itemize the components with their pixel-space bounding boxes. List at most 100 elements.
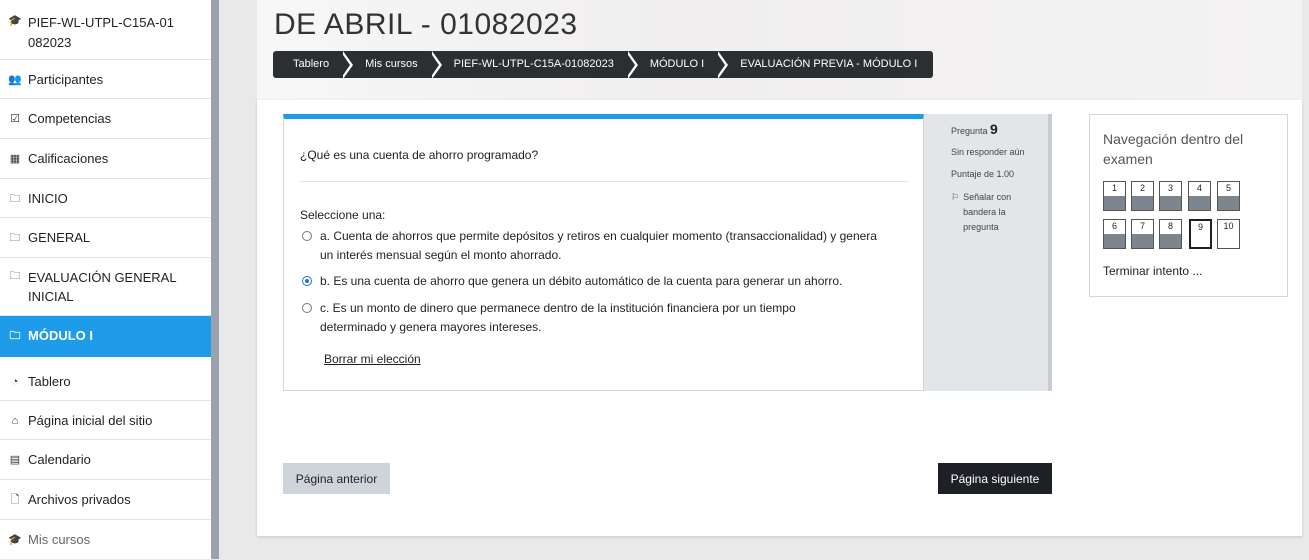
quiz-nav-question-4[interactable]: 4 xyxy=(1188,181,1211,211)
sidebar-item-label: Mis cursos xyxy=(28,532,91,547)
breadcrumb-label: PIEF-WL-UTPL-C15A-01082023 xyxy=(453,58,614,70)
breadcrumb-item-module[interactable]: MÓDULO I xyxy=(628,51,729,79)
sidebar-item-label: Página inicial del sitio xyxy=(28,413,153,428)
finish-attempt-link[interactable]: Terminar intento ... xyxy=(1103,264,1202,278)
question-number: 9 xyxy=(990,121,998,137)
question-number-label: 4 xyxy=(1196,183,1202,193)
answer-prompt: Seleccione una: xyxy=(300,208,386,222)
breadcrumb-label: EVALUACIÓN PREVIA - MÓDULO I xyxy=(740,58,918,70)
sidebar-item-label: Calendario xyxy=(28,452,91,467)
sidebar-item-dashboard[interactable]: ◔ Tablero xyxy=(0,361,211,401)
sidebar-item-label: Participantes xyxy=(28,72,104,87)
question-number-label: 7 xyxy=(1139,221,1145,231)
question-number-label: 2 xyxy=(1139,183,1145,193)
sidebar-item-evaluacion-general[interactable]: 🗀 EVALUACIÓN GENERAL INICIAL xyxy=(0,258,211,316)
breadcrumb-item-dashboard[interactable]: Tablero xyxy=(273,51,354,79)
sidebar-item-calendar[interactable]: ▤ Calendario xyxy=(0,440,211,480)
sidebar-item-label: EVALUACIÓN GENERAL INICIAL xyxy=(28,270,177,304)
calendar-icon: ▤ xyxy=(9,454,21,466)
sidebar-item-inicio[interactable]: 🗀 INICIO xyxy=(0,179,211,218)
answer-option-text: a. Cuenta de ahorros que permite depósit… xyxy=(320,229,877,262)
breadcrumb-label: Tablero xyxy=(293,58,330,70)
next-page-button[interactable]: Página siguiente xyxy=(938,463,1052,494)
breadcrumb-item-my-courses[interactable]: Mis cursos xyxy=(343,51,442,79)
breadcrumb-item-quiz[interactable]: EVALUACIÓN PREVIA - MÓDULO I xyxy=(718,51,933,78)
answer-option-a[interactable]: a. Cuenta de ahorros que permite depósit… xyxy=(302,227,882,265)
answered-indicator xyxy=(1160,196,1181,210)
question-label: Pregunta xyxy=(951,126,988,136)
answer-option-b[interactable]: b. Es una cuenta de ahorro que genera un… xyxy=(302,272,902,291)
answered-indicator xyxy=(1132,234,1153,248)
radio-button[interactable] xyxy=(302,231,312,241)
question-text: ¿Qué es una cuenta de ahorro programado? xyxy=(300,148,539,162)
sidebar-item-participants[interactable]: 👥 Participantes xyxy=(0,60,211,99)
breadcrumb: Tablero Mis cursos PIEF-WL-UTPL-C15A-010… xyxy=(273,51,934,79)
question-number-label: 9 xyxy=(1197,222,1203,232)
flag-icon: ⚐ xyxy=(951,192,960,202)
quiz-navigation-title: Navegación dentro del examen xyxy=(1103,131,1244,167)
sidebar-item-label: INICIO xyxy=(28,191,68,206)
sidebar-item-label: Tablero xyxy=(28,374,71,389)
question-card: ¿Qué es una cuenta de ahorro programado?… xyxy=(283,114,924,391)
quiz-nav-question-8[interactable]: 8 xyxy=(1159,219,1182,249)
question-number-label: 3 xyxy=(1167,183,1173,193)
answered-indicator xyxy=(1132,196,1153,210)
question-number-label: 8 xyxy=(1167,221,1173,231)
quiz-nav-question-7[interactable]: 7 xyxy=(1131,219,1154,249)
folder-icon: 🗀 xyxy=(9,330,21,342)
question-number-label: 6 xyxy=(1111,221,1117,231)
answer-option-text: c. Es un monto de dinero que permanece d… xyxy=(320,301,796,334)
quiz-nav-question-9[interactable]: 9 xyxy=(1189,219,1212,249)
quiz-nav-question-6[interactable]: 6 xyxy=(1103,219,1126,249)
flag-question[interactable]: ⚐ Señalar con bandera la pregunta xyxy=(951,190,1029,235)
sidebar-item-label: Competencias xyxy=(28,111,112,126)
users-icon: 👥 xyxy=(8,74,22,86)
sidebar-item-label: PIEF-WL-UTPL-C15A-01082023 xyxy=(28,15,174,50)
question-number-label: 1 xyxy=(1111,183,1117,193)
page-header: DE ABRIL - 01082023 Tablero Mis cursos P… xyxy=(257,0,1302,100)
quiz-nav-question-2[interactable]: 2 xyxy=(1131,181,1154,211)
sidebar-item-label: GENERAL xyxy=(28,230,91,245)
page-title: DE ABRIL - 01082023 xyxy=(274,8,578,41)
sidebar-item-site-home[interactable]: ⌂ Página inicial del sitio xyxy=(0,401,211,440)
course-sidebar: 🎓 PIEF-WL-UTPL-C15A-01082023 👥 Participa… xyxy=(0,0,219,559)
question-info: Pregunta 9 Sin responder aún Puntaje de … xyxy=(924,114,1052,391)
breadcrumb-label: Mis cursos xyxy=(365,58,418,70)
quiz-main: ¿Qué es una cuenta de ahorro programado?… xyxy=(257,100,1302,536)
sidebar-item-course[interactable]: 🎓 PIEF-WL-UTPL-C15A-01082023 xyxy=(0,0,211,60)
clear-choice-link[interactable]: Borrar mi elección xyxy=(324,352,421,366)
graduation-cap-icon: 🎓 xyxy=(8,534,22,546)
radio-button[interactable] xyxy=(302,303,312,313)
sidebar-item-grades[interactable]: ▦ Calificaciones xyxy=(0,139,211,179)
divider xyxy=(300,181,908,182)
sidebar-item-competencies[interactable]: ☑ Competencias xyxy=(0,99,211,139)
graduation-cap-icon: 🎓 xyxy=(8,15,22,27)
question-score: Puntaje de 1.00 xyxy=(951,169,1015,179)
folder-icon: 🗀 xyxy=(9,270,21,282)
quiz-nav-question-5[interactable]: 5 xyxy=(1217,181,1240,211)
radio-button[interactable] xyxy=(302,276,312,286)
previous-page-button[interactable]: Página anterior xyxy=(283,463,390,494)
quiz-navigation-block: Navegación dentro del examen 1 2 3 4 5 6… xyxy=(1089,114,1288,297)
sidebar-item-general[interactable]: 🗀 GENERAL xyxy=(0,218,211,258)
table-icon: ▦ xyxy=(9,153,21,165)
flag-label: Señalar con bandera la pregunta xyxy=(963,192,1012,232)
quiz-nav-question-3[interactable]: 3 xyxy=(1159,181,1182,211)
sidebar-item-label: MÓDULO I xyxy=(28,328,93,343)
folder-icon: 🗀 xyxy=(9,193,21,205)
sidebar-item-my-courses[interactable]: 🎓 Mis cursos xyxy=(0,520,211,560)
sidebar-item-private-files[interactable]: 🗋 Archivos privados xyxy=(0,480,211,520)
quiz-nav-question-1[interactable]: 1 xyxy=(1103,181,1126,211)
home-icon: ⌂ xyxy=(11,415,19,427)
breadcrumb-item-course[interactable]: PIEF-WL-UTPL-C15A-01082023 xyxy=(432,51,638,79)
question-number-label: 10 xyxy=(1223,221,1234,231)
dashboard-icon: ◔ xyxy=(11,376,19,388)
sidebar-item-modulo-i[interactable]: 🗀 MÓDULO I xyxy=(0,316,211,357)
answer-option-c[interactable]: c. Es un monto de dinero que permanece d… xyxy=(302,299,842,337)
folder-icon: 🗀 xyxy=(9,232,21,244)
answer-option-text: b. Es una cuenta de ahorro que genera un… xyxy=(320,274,843,288)
checkbox-icon: ☑ xyxy=(10,113,20,125)
answered-indicator xyxy=(1104,234,1125,248)
file-icon: 🗋 xyxy=(10,494,20,506)
quiz-nav-question-10[interactable]: 10 xyxy=(1217,219,1240,249)
